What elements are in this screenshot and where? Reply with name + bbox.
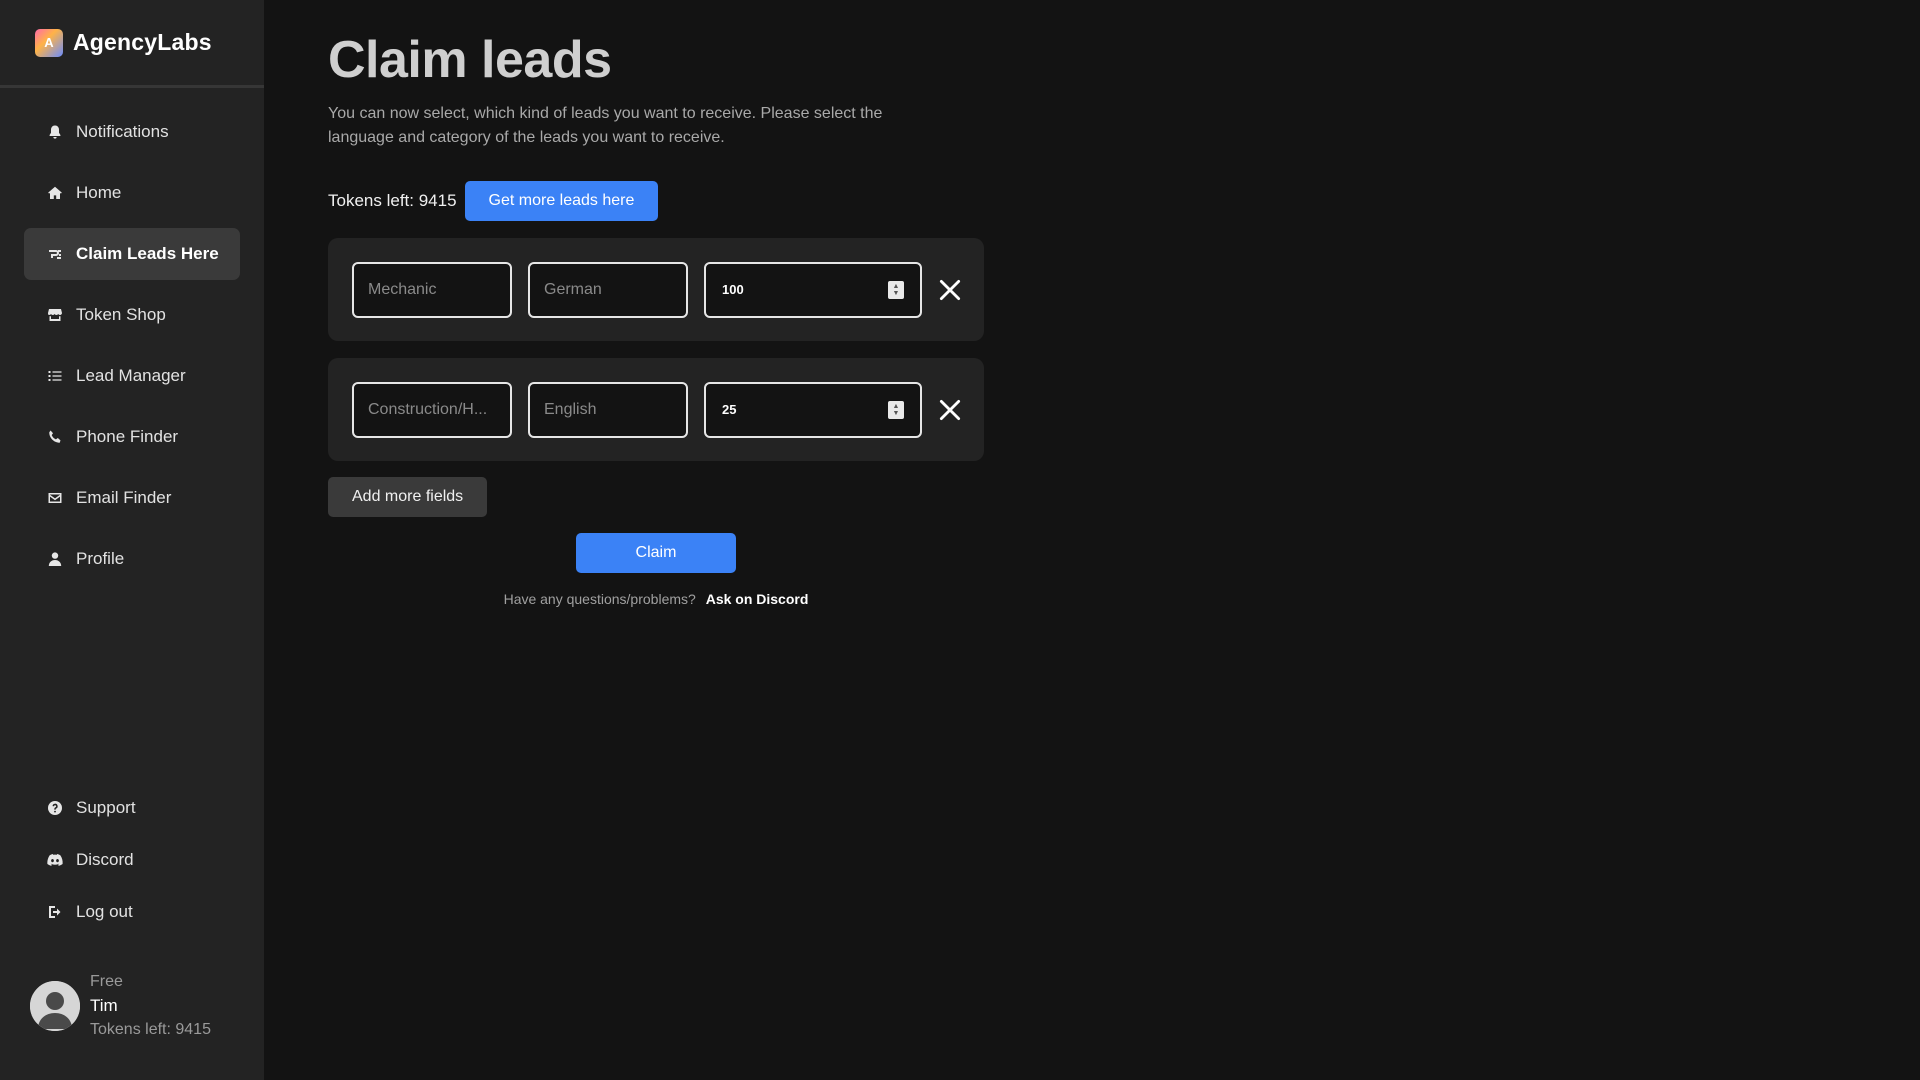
brand[interactable]: A AgencyLabs	[0, 0, 264, 88]
mail-icon	[46, 489, 64, 507]
shop-icon	[46, 306, 64, 324]
sidebar-item-email-finder[interactable]: Email Finder	[24, 472, 240, 524]
language-field[interactable]: German	[528, 261, 688, 318]
avatar	[30, 981, 80, 1031]
page-description: You can now select, which kind of leads …	[328, 105, 883, 146]
user-icon	[46, 550, 64, 568]
sidebar-item-label: Log out	[76, 902, 133, 921]
language-field-value: English	[544, 400, 597, 418]
sidebar-item-claim-leads[interactable]: Claim Leads Here	[24, 228, 240, 280]
chevron-up-icon[interactable]: ▲	[893, 283, 900, 290]
sidebar-item-label: Token Shop	[76, 305, 166, 324]
add-more-fields-button[interactable]: Add more fields	[328, 477, 488, 517]
sidebar-nav: Notifications Home Claim Leads Here Toke…	[0, 88, 264, 585]
tokens-row: Tokens left: 9415 Get more leads here	[328, 181, 659, 221]
sidebar-item-discord[interactable]: Discord	[24, 838, 240, 882]
sidebar-item-label: Support	[76, 798, 136, 817]
sidebar-item-support[interactable]: Support	[24, 786, 240, 830]
chevron-down-icon[interactable]: ▼	[893, 290, 900, 297]
home-icon	[46, 184, 64, 202]
chevron-down-icon[interactable]: ▼	[893, 410, 900, 417]
category-field-value: Construction/H...	[368, 400, 488, 418]
user-info: Free Tim Tokens left: 9415	[90, 970, 211, 1042]
claim-icon	[46, 245, 64, 263]
sidebar-item-label: Home	[76, 183, 122, 202]
close-icon	[939, 279, 961, 300]
claim-button[interactable]: Claim	[576, 533, 736, 573]
amount-stepper[interactable]: ▲ ▼	[888, 280, 904, 299]
help-circle-icon	[46, 799, 64, 817]
sidebar-item-label: Claim Leads Here	[76, 244, 219, 263]
sidebar-bottom-nav: Support Discord Log out	[24, 786, 240, 942]
sidebar-item-label: Email Finder	[76, 488, 172, 507]
sidebar-item-label: Phone Finder	[76, 427, 179, 446]
remove-row-button[interactable]	[936, 276, 964, 304]
sidebar-item-token-shop[interactable]: Token Shop	[24, 289, 240, 341]
discord-icon	[46, 851, 64, 869]
remove-row-button[interactable]	[936, 396, 964, 424]
category-field[interactable]: Construction/H...	[352, 381, 512, 438]
user-tokens: Tokens left: 9415	[90, 1021, 211, 1038]
sidebar-item-label: Discord	[76, 850, 134, 869]
sidebar-item-phone-finder[interactable]: Phone Finder	[24, 411, 240, 463]
chevron-up-icon[interactable]: ▲	[893, 403, 900, 410]
sidebar-item-label: Profile	[76, 549, 125, 568]
lead-row: Mechanic German 100 ▲ ▼	[328, 238, 984, 341]
amount-input[interactable]: 25 ▲ ▼	[704, 381, 922, 438]
lead-row: Construction/H... English 25 ▲ ▼	[328, 358, 984, 461]
amount-value: 25	[722, 402, 737, 417]
tokens-left-text: Tokens left: 9415	[328, 191, 457, 210]
bell-icon	[46, 123, 64, 141]
sidebar-item-label: Lead Manager	[76, 366, 186, 385]
sidebar: A AgencyLabs Notifications Home Claim Le…	[0, 0, 264, 1080]
close-icon	[939, 399, 961, 420]
logout-icon	[46, 903, 64, 921]
amount-stepper[interactable]: ▲ ▼	[888, 400, 904, 419]
brand-logo: A	[35, 28, 63, 57]
get-more-leads-button[interactable]: Get more leads here	[464, 181, 659, 221]
user-name: Tim	[90, 996, 118, 1015]
amount-value: 100	[722, 282, 744, 297]
sidebar-item-lead-manager[interactable]: Lead Manager	[24, 350, 240, 402]
sidebar-item-profile[interactable]: Profile	[24, 533, 240, 585]
language-field[interactable]: English	[528, 381, 688, 438]
help-question: Have any questions/problems?	[503, 591, 696, 607]
sidebar-item-notifications[interactable]: Notifications	[24, 106, 240, 158]
main-content: Claim leads You can now select, which ki…	[264, 0, 1920, 1080]
sidebar-item-label: Notifications	[76, 122, 169, 141]
user-card[interactable]: Free Tim Tokens left: 9415	[30, 970, 211, 1042]
sidebar-item-logout[interactable]: Log out	[24, 890, 240, 934]
brand-name: AgencyLabs	[73, 29, 212, 55]
phone-icon	[46, 428, 64, 446]
page-title: Claim leads	[328, 31, 612, 89]
language-field-value: German	[544, 280, 602, 298]
list-icon	[46, 367, 64, 385]
brand-logo-letter: A	[44, 35, 54, 50]
amount-input[interactable]: 100 ▲ ▼	[704, 261, 922, 318]
help-row: Have any questions/problems? Ask on Disc…	[328, 591, 984, 607]
category-field[interactable]: Mechanic	[352, 261, 512, 318]
discord-help-link[interactable]: Ask on Discord	[706, 591, 809, 607]
sidebar-item-home[interactable]: Home	[24, 167, 240, 219]
category-field-value: Mechanic	[368, 280, 437, 298]
user-plan: Free	[90, 973, 123, 990]
app-root: A AgencyLabs Notifications Home Claim Le…	[0, 0, 1920, 1080]
